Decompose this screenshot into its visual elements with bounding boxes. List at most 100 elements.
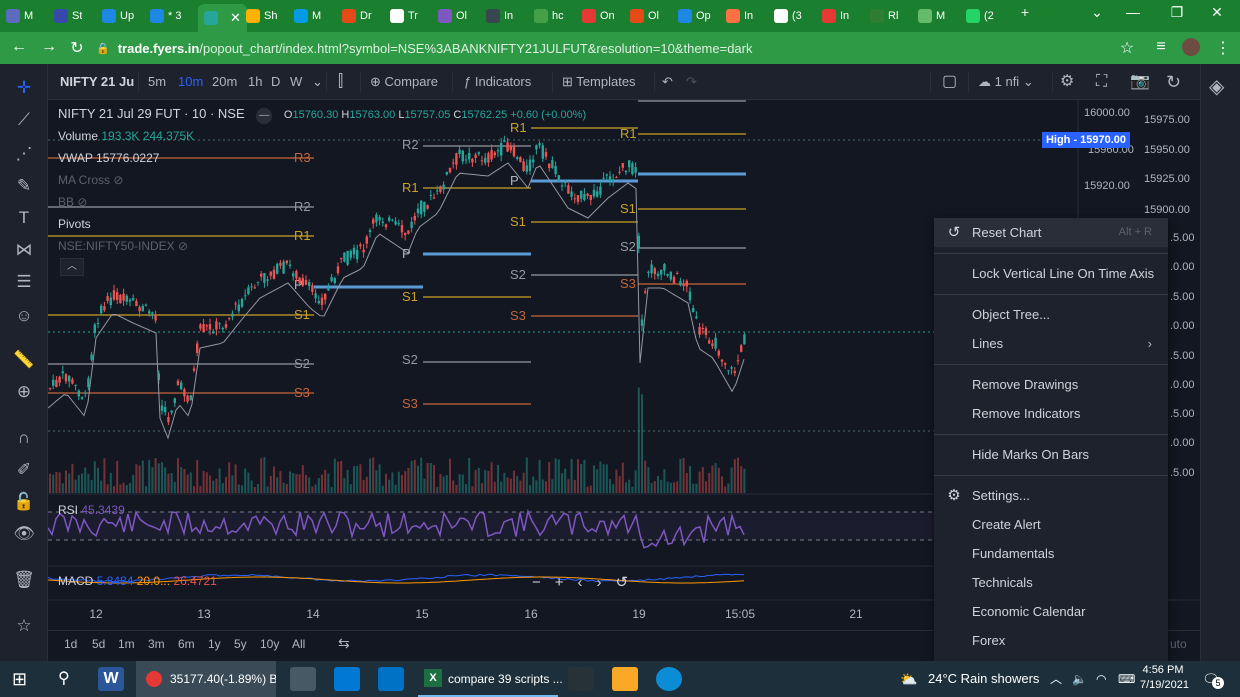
- index-legend[interactable]: NSE:NIFTY50-INDEX ⊘: [58, 239, 188, 253]
- layers-icon[interactable]: ◈: [1209, 74, 1224, 99]
- close-window-icon[interactable]: ✕: [1202, 4, 1232, 21]
- browser-tab[interactable]: On: [582, 4, 615, 28]
- trend-line-icon[interactable]: ⟋: [10, 108, 38, 132]
- zoom-out-icon[interactable]: −: [532, 574, 541, 591]
- scroll-right-icon[interactable]: ›: [597, 574, 602, 591]
- range-button-1m[interactable]: 1m: [118, 637, 135, 651]
- pivots-legend[interactable]: Pivots: [58, 217, 91, 231]
- forward-icon[interactable]: →: [38, 38, 60, 56]
- range-button-1y[interactable]: 1y: [208, 637, 221, 651]
- reload-icon[interactable]: ↻: [66, 38, 88, 58]
- indicators-button[interactable]: ƒ Indicators: [464, 64, 531, 100]
- zoom-in-icon[interactable]: +: [555, 574, 564, 591]
- prediction-icon[interactable]: ☰: [10, 270, 38, 294]
- browser-tab[interactable]: Rl: [870, 4, 898, 28]
- browser-tab[interactable]: M: [918, 4, 945, 28]
- minimize-icon[interactable]: —: [1118, 4, 1148, 20]
- zoom-in-icon[interactable]: ⊕: [10, 380, 38, 404]
- new-tab-button[interactable]: +: [1010, 4, 1040, 20]
- browser-tab[interactable]: Up: [102, 4, 134, 28]
- range-button-5y[interactable]: 5y: [234, 637, 247, 651]
- crosshair-icon[interactable]: ✛: [10, 76, 38, 100]
- browser-tab[interactable]: Tr: [390, 4, 418, 28]
- menu-item-lock-vertical-line[interactable]: Lock Vertical Line On Time Axis: [934, 259, 1168, 288]
- camera-icon[interactable]: 📷: [1130, 64, 1150, 100]
- restore-icon[interactable]: ❐: [1162, 4, 1192, 21]
- browser-tab[interactable]: hc: [534, 4, 564, 28]
- trash-icon[interactable]: 🗑: [10, 568, 38, 592]
- refresh-icon[interactable]: ↻: [1166, 64, 1181, 100]
- expand-icon[interactable]: ⛶: [1096, 64, 1107, 100]
- browser-tab[interactable]: ✕: [198, 4, 247, 32]
- hidden-eye-icon[interactable]: ⊘: [77, 195, 87, 209]
- menu-item-remove-indicators[interactable]: Remove Indicators: [934, 399, 1168, 428]
- scroll-left-icon[interactable]: ‹: [578, 574, 583, 591]
- wifi-icon[interactable]: ◠: [1096, 661, 1106, 697]
- calculator-icon[interactable]: [290, 667, 316, 691]
- back-icon[interactable]: ←: [8, 38, 30, 56]
- interval-w[interactable]: W: [290, 64, 302, 100]
- interval-d[interactable]: D: [271, 64, 280, 100]
- hidden-eye-icon[interactable]: ⊘: [178, 239, 188, 253]
- bookmark-star-icon[interactable]: ☆: [1116, 38, 1138, 58]
- pattern-icon[interactable]: ⋈: [10, 238, 38, 262]
- eye-icon[interactable]: 👁: [10, 522, 38, 546]
- browser-tab[interactable]: In: [726, 4, 753, 28]
- url-field[interactable]: 🔒 trade.fyers.in/popout_chart/index.html…: [96, 36, 1116, 60]
- clock[interactable]: 4:56 PM 7/19/2021: [1140, 663, 1189, 693]
- brush-icon[interactable]: ✎: [10, 174, 38, 198]
- reading-list-icon[interactable]: ≡: [1150, 38, 1172, 56]
- menu-item-remove-drawings[interactable]: Remove Drawings: [934, 370, 1168, 399]
- browser-tab[interactable]: M: [294, 4, 321, 28]
- menu-item-lines[interactable]: Lines ›: [934, 329, 1168, 358]
- interval-10m[interactable]: 10m: [178, 64, 203, 100]
- fib-icon[interactable]: ⋰: [10, 142, 38, 166]
- browser-menu-icon[interactable]: ⋮: [1212, 38, 1234, 58]
- templates-button[interactable]: ⊞ Templates: [562, 64, 636, 100]
- hidden-eye-icon[interactable]: ⊘: [113, 173, 123, 187]
- menu-item-economic-calendar[interactable]: Economic Calendar: [934, 597, 1168, 626]
- browser-tab[interactable]: (3: [774, 4, 802, 28]
- menu-item-object-tree[interactable]: Object Tree...: [934, 300, 1168, 329]
- collapse-legend-button[interactable]: ︿: [60, 258, 84, 276]
- redo-icon[interactable]: ↷: [686, 64, 697, 100]
- legend-hide-button[interactable]: —: [256, 108, 273, 124]
- settings-gear-icon[interactable]: ⚙: [1060, 64, 1074, 100]
- auto-scale-toggle[interactable]: uto: [1170, 637, 1187, 651]
- browser-tab[interactable]: St: [54, 4, 82, 28]
- compare-button[interactable]: ⊕ Compare: [370, 64, 438, 100]
- interval-1h[interactable]: 1h: [248, 64, 262, 100]
- browser-tab[interactable]: M: [6, 4, 33, 28]
- browser-tab[interactable]: Op: [678, 4, 711, 28]
- rsi-legend[interactable]: RSI 45.3439: [58, 503, 125, 517]
- text-icon[interactable]: T: [10, 206, 38, 230]
- menu-item-settings[interactable]: ⚙ Settings...: [934, 481, 1168, 510]
- browser-tab[interactable]: In: [822, 4, 849, 28]
- undo-icon[interactable]: ↶: [662, 64, 673, 100]
- notification-icon[interactable]: 🗨 5: [1202, 661, 1224, 697]
- volume-legend[interactable]: Volume 193.3K 244.375K: [58, 129, 194, 143]
- emoji-icon[interactable]: ☺: [10, 304, 38, 328]
- volume-icon[interactable]: 🔈: [1072, 661, 1087, 697]
- weather-widget[interactable]: 24°C Rain showers: [928, 661, 1039, 697]
- macd-legend[interactable]: MACD 5.8484 20.0... 26.4721: [58, 574, 217, 588]
- browser-tab[interactable]: Ol: [630, 4, 659, 28]
- menu-item-reset-chart[interactable]: ↺ Reset Chart Alt + R: [934, 218, 1168, 247]
- range-button-1d[interactable]: 1d: [64, 637, 77, 651]
- layout-selector[interactable]: ☁ 1 nfi ⌄: [978, 64, 1034, 100]
- menu-item-hide-marks[interactable]: Hide Marks On Bars: [934, 440, 1168, 469]
- file-explorer-icon[interactable]: [612, 667, 638, 691]
- vwap-legend[interactable]: VWAP 15776.0227: [58, 151, 159, 165]
- range-button-5d[interactable]: 5d: [92, 637, 105, 651]
- range-button-all[interactable]: All: [292, 637, 305, 651]
- keyboard-icon[interactable]: ⌨: [1118, 661, 1135, 697]
- interval-20m[interactable]: 20m: [212, 64, 237, 100]
- browser-tab[interactable]: Sh: [246, 4, 277, 28]
- browser-tab[interactable]: Dr: [342, 4, 372, 28]
- menu-item-forex[interactable]: Forex: [934, 626, 1168, 655]
- windows-start-icon[interactable]: ⊞: [12, 661, 27, 697]
- taskbar-excel-window[interactable]: X compare 39 scripts ...: [418, 661, 563, 697]
- ruler-icon[interactable]: 📏: [10, 348, 38, 372]
- symbol-search[interactable]: NIFTY 21 Ju: [60, 64, 134, 100]
- profile-menu-icon[interactable]: ⌄: [1082, 4, 1112, 21]
